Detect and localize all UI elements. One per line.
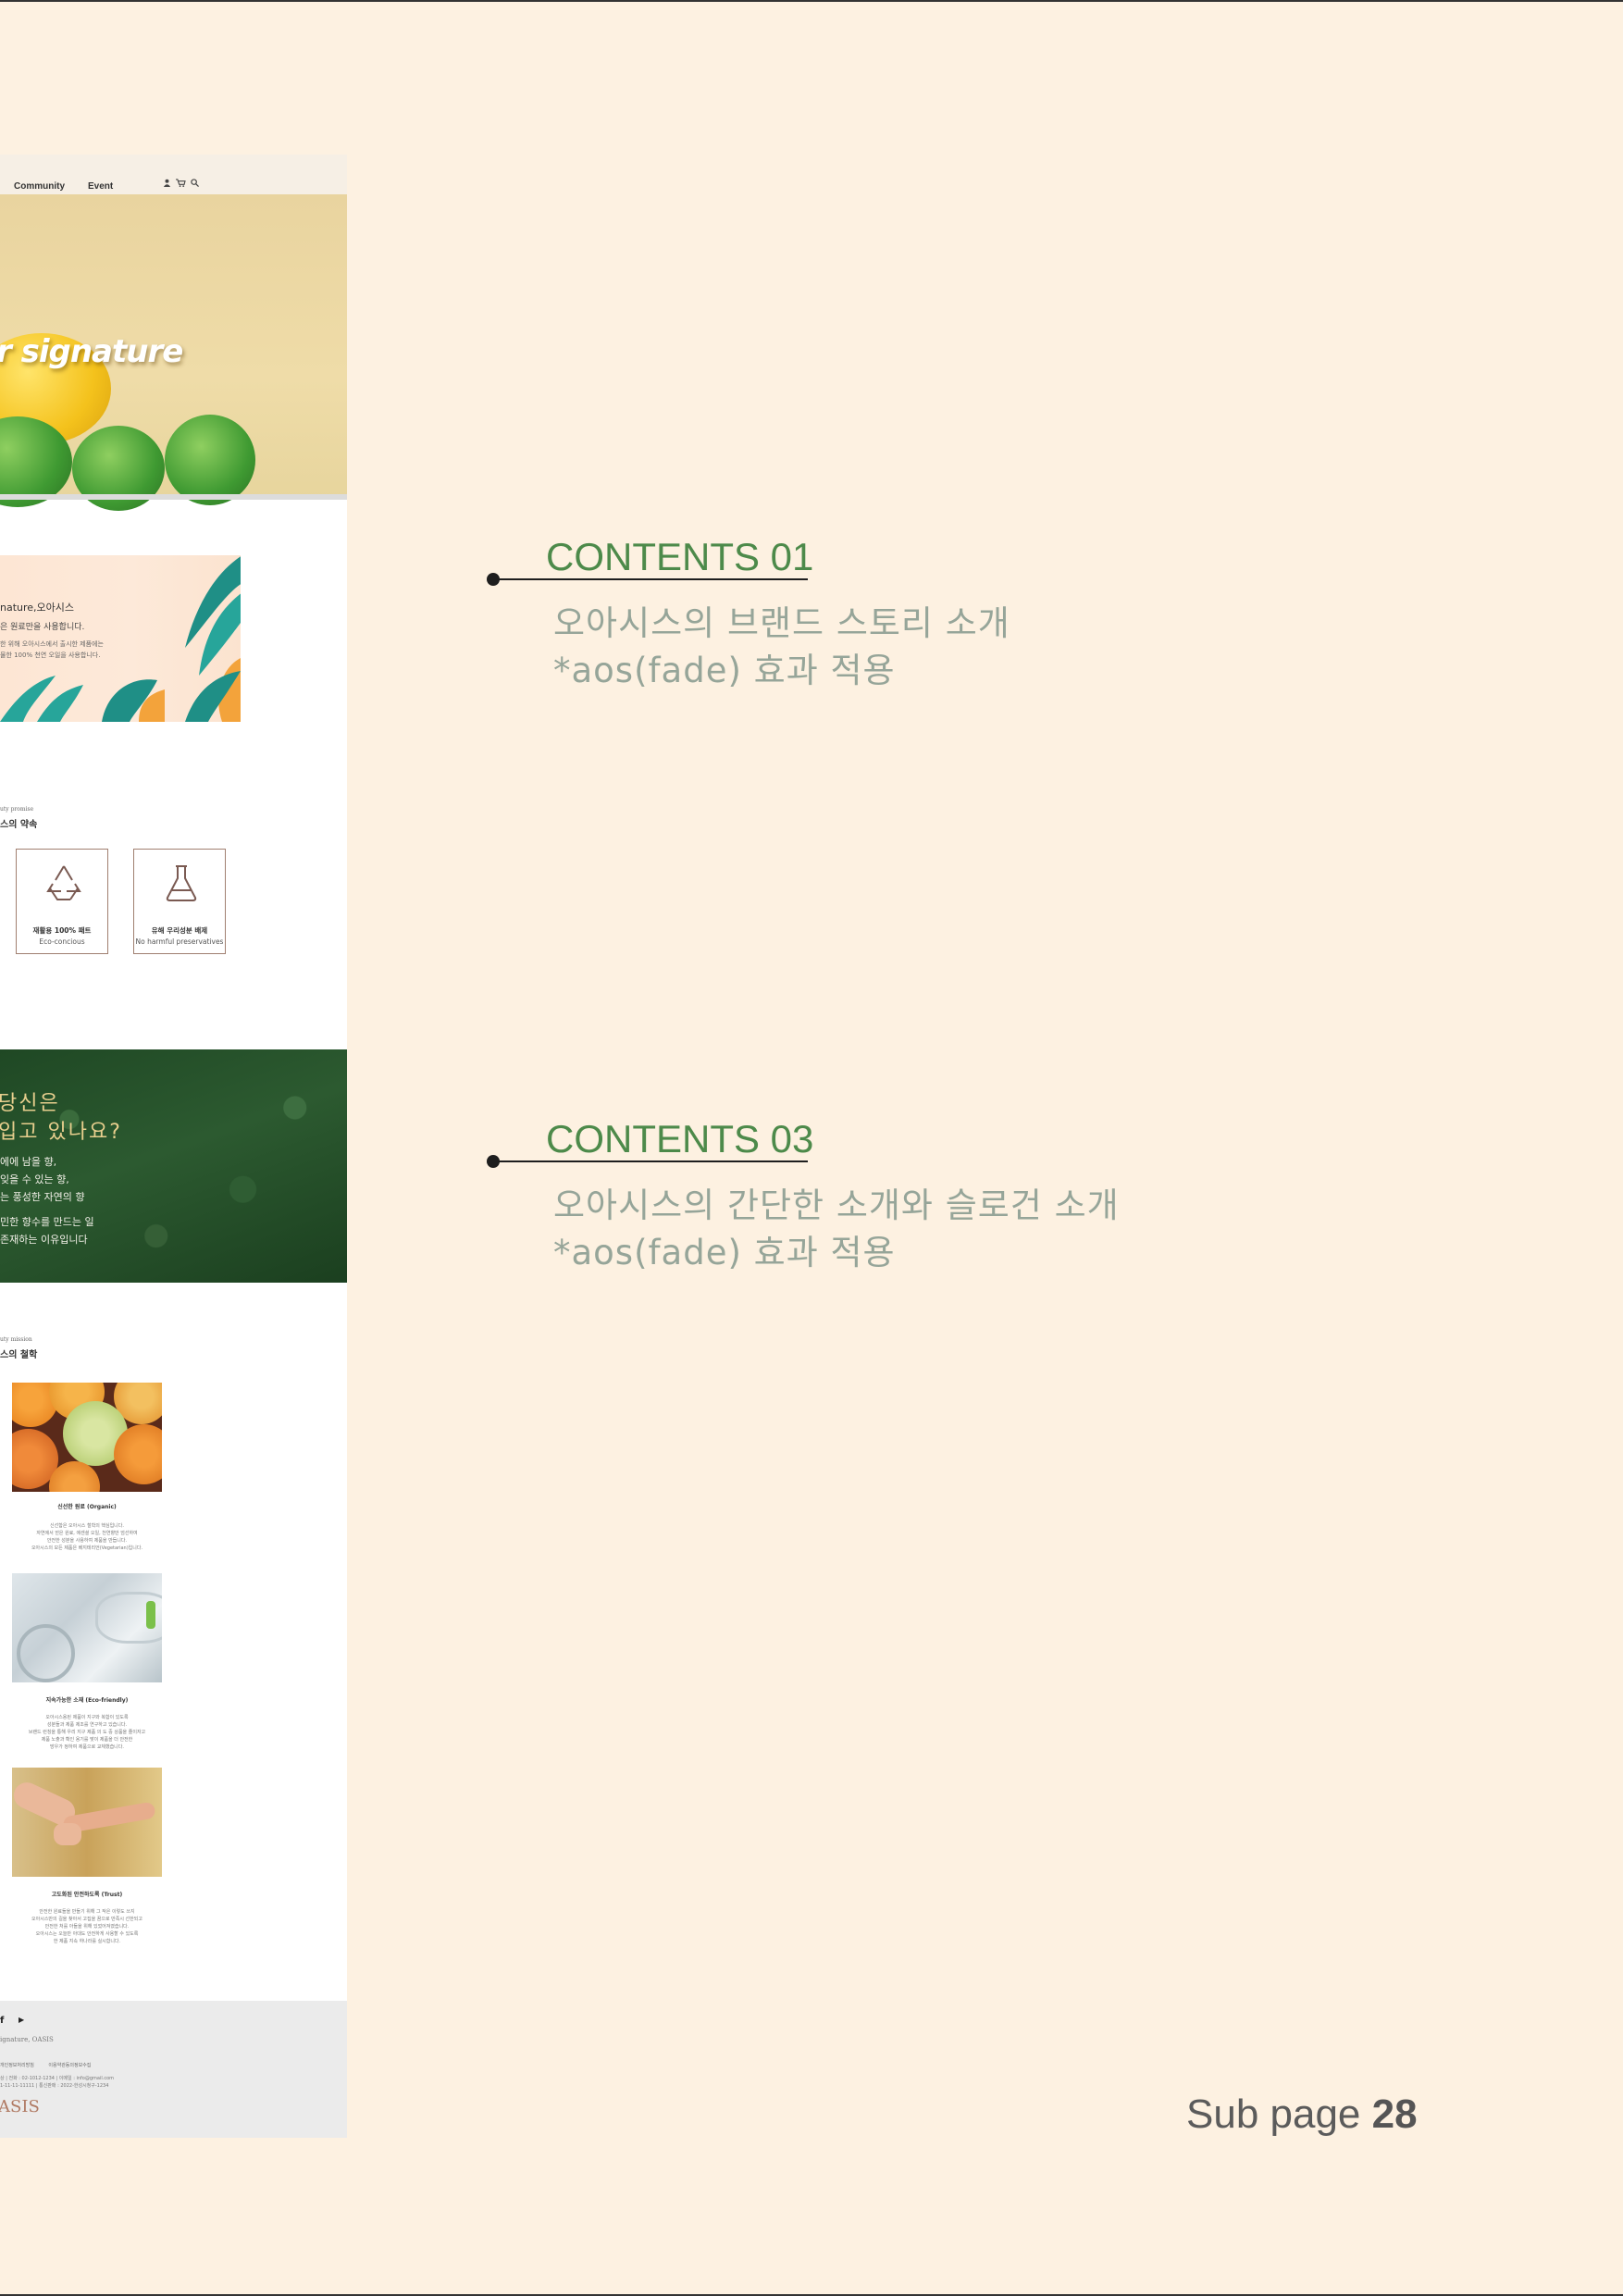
forest-headline-1: 당신은	[0, 1092, 60, 1115]
philosophy-line: 안전한 처를 아들을 위해 있었어져였습니다.	[44, 1924, 130, 1930]
user-icon[interactable]	[163, 179, 171, 190]
philosophy-caption: 신선한 원료 (Organic)	[57, 1504, 117, 1510]
promise-subtitle: uty promise	[0, 806, 34, 813]
promise-card-recycle: 재활용 100% 패트 Eco-concious	[16, 849, 108, 954]
hero-banner: r signature	[0, 194, 347, 511]
philosophy-line: 오아시스용된 제품이 지구와 복합이 있도록	[45, 1715, 129, 1720]
philosophy-subtitle: uty mission	[0, 1336, 32, 1343]
philosophy-line: 안전한 원료들을 만들기 위해 그 작은 이렇도 쓰지	[39, 1909, 135, 1915]
annotation-heading: CONTENTS 03	[546, 1117, 814, 1160]
philosophy-text: 신선함은 오아시스 철학의 핵심입니다. 자연에서 얻은 원료, 에센셜 오일,…	[12, 1522, 162, 1552]
philosophy-text: 안전한 원료들을 만들기 위해 그 작은 이렇도 쓰지 오아시스만의 길을 찾아…	[12, 1908, 162, 1945]
nav-community-link[interactable]: Community	[14, 181, 65, 192]
footer-info: 상 | 전화 : 02-1012-1234 | 이메일 : info@gmail…	[0, 2075, 114, 2090]
philosophy-caption: 지속가능한 소재 (Eco-friendly)	[45, 1697, 129, 1704]
philosophy-text: 오아시스용된 제품이 지구와 복합이 있도록 성분들과 제품 제조를 연구하고 …	[12, 1714, 162, 1751]
glass-bottles-image	[12, 1573, 162, 1682]
hero-headline: r signature	[0, 333, 183, 370]
footer-info-line: 상 | 전화 : 02-1012-1234 | 이메일 : info@gmail…	[0, 2076, 115, 2081]
promise-card-label: 유해 우리성분 배제	[151, 926, 208, 935]
philosophy-line: 한 제품 지속 하나라를 실시합니다.	[53, 1939, 121, 1944]
forest-line: 에에 남을 향,	[0, 1156, 57, 1168]
sub-page-number: 28	[1371, 2091, 1418, 2137]
forest-headline-2: 입고 있나요?	[0, 1121, 122, 1144]
nav-event-link[interactable]: Event	[88, 181, 113, 192]
annotation-line: *aos(fade) 효과 적용	[553, 1233, 896, 1272]
philosophy-line: 브랜드 런칭을 통해 우리 지구 제품 의 도 중 상품을 줄이자고	[28, 1730, 146, 1735]
holding-hands-image	[12, 1768, 162, 1877]
sub-page-label: Sub page 28	[1186, 2091, 1418, 2138]
sub-page-text: Sub page	[1186, 2091, 1361, 2137]
website-mockup: Community Event r signature nature,오아시스 …	[0, 155, 347, 2138]
forest-line: 는 풍성한 자연의 향	[0, 1191, 85, 1203]
philosophy-caption: 고도화된 안전하도록 (Trust)	[51, 1892, 123, 1898]
lime-image	[165, 415, 255, 505]
annotation-line: *aos(fade) 효과 적용	[553, 651, 896, 690]
forest-line: 존재하는 이유입니다	[0, 1234, 88, 1246]
recycle-icon	[46, 865, 81, 900]
annotation-heading: CONTENTS 01	[546, 535, 814, 578]
philosophy-title: 스의 철학	[0, 1350, 38, 1360]
footer-copyright: ignature, OASIS	[0, 2036, 54, 2043]
brand-story-card: nature,오아시스 은 원료만을 사용합니다. 한 위해 오아시스에서 출시…	[0, 555, 241, 722]
philosophy-line: 신선함은 오아시스 철학의 핵심입니다.	[50, 1523, 124, 1529]
forest-line: 잊을 수 있는 향,	[0, 1173, 69, 1185]
leaf-illustration	[0, 676, 165, 722]
forest-paragraph: 민한 향수를 만드는 일 존재하는 이유입니다	[0, 1213, 94, 1248]
philosophy-line: 자연에서 얻은 원료, 에센셜 오일, 천연향만 엄선하여	[36, 1531, 138, 1536]
brand-story-body: 한 위해 오아시스에서 출시한 제품에는 물한 100% 천연 오일을 사용합니…	[0, 639, 104, 661]
brand-story-title: nature,오아시스	[0, 602, 75, 614]
search-icon[interactable]	[191, 179, 199, 190]
brand-story-subtitle: 은 원료만을 사용합니다.	[0, 623, 85, 632]
mockup-nav-bar: Community Event	[0, 155, 347, 194]
philosophy-line: 방우가 정하여 제품으로 교체했습니다.	[50, 1744, 124, 1750]
oasis-logo: ASIS	[0, 2097, 40, 2116]
philosophy-line: 오아시스의 모든 제품은 베지테리언(Vegetarian)입니다.	[31, 1545, 143, 1551]
flask-icon	[166, 865, 197, 901]
hero-shelf	[0, 494, 347, 500]
privacy-link[interactable]: 개인정보처리방침	[0, 2063, 34, 2068]
philosophy-line: 성분들과 제품 제조를 연구하고 있습니다.	[46, 1722, 128, 1728]
promise-title: 스의 약속	[0, 820, 38, 830]
leaf-illustration	[185, 556, 241, 722]
promise-card-en: Eco-concious	[39, 937, 85, 946]
promise-card-en: No harmful preservatives	[135, 937, 224, 946]
annotation-description: 오아시스의 간단한 소개와 슬로건 소개 *aos(fade) 효과 적용	[553, 1182, 1120, 1276]
forest-slogan-section: 당신은 입고 있나요? 에에 남을 향, 잊을 수 있는 향, 는 풍성한 자연…	[0, 1049, 347, 1283]
philosophy-line: 오아시스는 오늘만 아대도 안전하게 사용할 수 있도록	[35, 1931, 139, 1937]
annotation-description: 오아시스의 브랜드 스토리 소개 *aos(fade) 효과 적용	[553, 600, 1010, 694]
philosophy-line: 오아시스만의 길을 찾아서 고집을 꿈으로 만족시 선한되고	[31, 1917, 142, 1922]
annotation-line: 오아시스의 간단한 소개와 슬로건 소개	[553, 1185, 1120, 1225]
annotation-line: 오아시스의 브랜드 스토리 소개	[553, 603, 1010, 643]
footer-links: 개인정보처리방침 이용약관동의정보수집	[0, 2062, 91, 2068]
promise-card-label: 재활용 100% 패트	[32, 926, 92, 935]
philosophy-line: 제품 노출과 확인 용기를 맞이 제품을 더 안전한	[41, 1737, 133, 1743]
terms-link[interactable]: 이용약관동의정보수집	[48, 2063, 91, 2068]
youtube-icon[interactable]: ▶	[19, 2016, 24, 2024]
forest-line: 민한 향수를 만드는 일	[0, 1216, 94, 1228]
mockup-footer: f ▶ ignature, OASIS 개인정보처리방침 이용약관동의정보수집 …	[0, 2001, 347, 2138]
brand-story-line: 한 위해 오아시스에서 출시한 제품에는	[0, 640, 104, 648]
promise-card-preservatives: 유해 우리성분 배제 No harmful preservatives	[133, 849, 226, 954]
forest-paragraph: 에에 남을 향, 잊을 수 있는 향, 는 풍성한 자연의 향	[0, 1153, 84, 1206]
facebook-icon[interactable]: f	[0, 2016, 4, 2026]
citrus-image	[12, 1383, 162, 1492]
philosophy-line: 안전한 성분을 사용하여 제품을 만듭니다.	[46, 1538, 128, 1544]
footer-info-line: 1-11-11-11111 | 통신판매 : 2022-한성시청구-1234	[0, 2083, 109, 2089]
cart-icon[interactable]	[176, 179, 186, 190]
brand-story-line: 물한 100% 천연 오일을 사용합니다.	[0, 652, 101, 659]
